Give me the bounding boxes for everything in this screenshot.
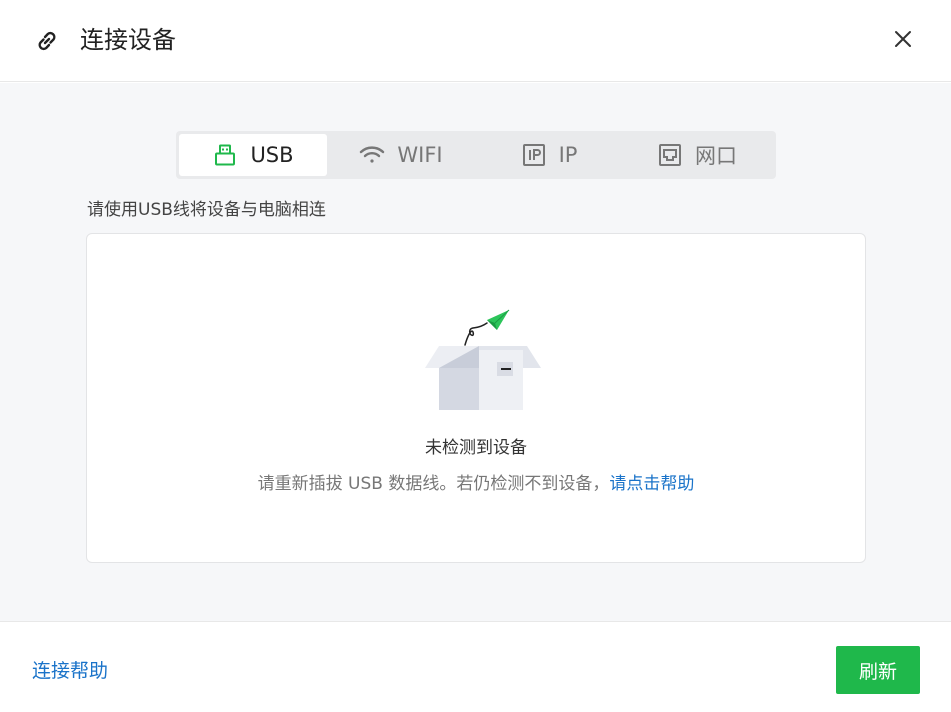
tab-usb[interactable]: USB xyxy=(179,134,327,176)
connect-device-dialog: 连接设备 USB WIFI IP 网口 请使用USB线将设备与电脑相连 未检测到… xyxy=(0,0,951,712)
dialog-body: USB WIFI IP 网口 请使用USB线将设备与电脑相连 未检测到设备 请重… xyxy=(0,83,951,621)
ip-icon xyxy=(521,143,547,167)
tab-ip-label: IP xyxy=(558,143,578,167)
tab-usb-label: USB xyxy=(250,143,294,167)
empty-box-paper-plane-illustration xyxy=(417,308,541,414)
tab-wifi-label: WIFI xyxy=(397,143,443,167)
connection-type-tabs: USB WIFI IP 网口 xyxy=(176,131,776,179)
close-icon xyxy=(894,30,912,52)
wifi-icon xyxy=(359,143,385,167)
connection-help-link[interactable]: 连接帮助 xyxy=(32,658,108,684)
usb-icon xyxy=(212,143,238,167)
dialog-footer: 连接帮助 刷新 xyxy=(0,621,951,712)
tab-wifi[interactable]: WIFI xyxy=(327,134,475,176)
dialog-title: 连接设备 xyxy=(80,26,176,54)
device-detection-panel: 未检测到设备 请重新插拔 USB 数据线。若仍检测不到设备，请点击帮助 xyxy=(86,233,866,563)
tab-ethernet-label: 网口 xyxy=(695,144,737,168)
dialog-header: 连接设备 xyxy=(0,0,951,82)
tab-ip[interactable]: IP xyxy=(475,134,623,176)
empty-state-title: 未检测到设备 xyxy=(425,438,527,458)
connection-hint: 请使用USB线将设备与电脑相连 xyxy=(87,200,326,220)
click-help-link[interactable]: 请点击帮助 xyxy=(609,474,694,494)
refresh-button[interactable]: 刷新 xyxy=(836,646,920,694)
empty-state-description: 请重新插拔 USB 数据线。若仍检测不到设备，请点击帮助 xyxy=(87,472,865,496)
empty-state-description-text: 请重新插拔 USB 数据线。若仍检测不到设备， xyxy=(257,474,610,494)
close-button[interactable] xyxy=(888,26,918,56)
ethernet-port-icon xyxy=(657,143,683,167)
link-icon xyxy=(33,27,61,55)
tab-ethernet[interactable]: 网口 xyxy=(623,134,771,176)
